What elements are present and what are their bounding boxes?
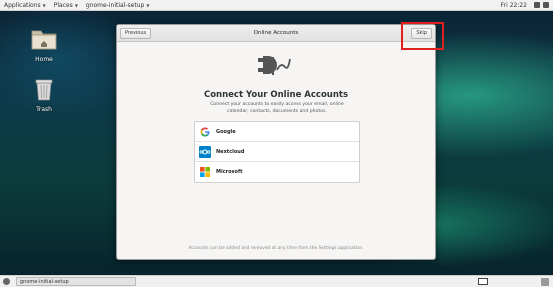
provider-list: Google Nextcloud Microsoft (194, 121, 360, 183)
nextcloud-icon (199, 145, 211, 158)
trash-icon (35, 79, 53, 101)
home-folder-icon (31, 30, 57, 50)
microsoft-icon (199, 166, 211, 178)
power-icon (543, 2, 549, 8)
google-icon (199, 126, 211, 138)
footer-note: Accounts can be added and removed at any… (188, 246, 364, 251)
top-bar: Applications ▼ Places ▼ gnome-initial-se… (0, 0, 553, 11)
app-menu-label: gnome-initial-setup (85, 1, 145, 9)
system-tray[interactable] (534, 2, 549, 8)
plug-icon (258, 56, 291, 75)
network-icon (534, 2, 540, 8)
provider-microsoft[interactable]: Microsoft (195, 162, 359, 182)
message-tray-icon[interactable] (541, 278, 549, 286)
online-accounts-dialog: Previous Online Accounts Skip Connect Yo… (116, 24, 436, 260)
highlight-box (401, 22, 444, 50)
applications-menu[interactable]: Applications ▼ (4, 2, 46, 9)
chevron-down-icon: ▼ (74, 2, 78, 8)
places-menu-label: Places (53, 1, 73, 9)
dialog-titlebar: Previous Online Accounts Skip (117, 25, 435, 42)
provider-label: Google (216, 128, 236, 135)
clock[interactable]: Fri 22:22 (501, 2, 527, 9)
applications-menu-label: Applications (4, 1, 41, 9)
trash-label: Trash (36, 106, 52, 113)
chevron-down-icon: ▼ (146, 2, 150, 8)
page-description: Connect your accounts to easily access y… (210, 102, 344, 114)
chevron-down-icon: ▼ (42, 2, 46, 8)
app-menu[interactable]: gnome-initial-setup ▼ (86, 2, 150, 9)
show-desktop-icon[interactable] (3, 278, 10, 285)
workspace-switcher[interactable] (478, 278, 488, 285)
bottom-taskbar: gnome-initial-setup (0, 275, 553, 287)
home-label: Home (35, 56, 53, 63)
page-heading: Connect Your Online Accounts (203, 90, 349, 100)
desktop-icon-home[interactable]: Home (24, 24, 64, 63)
provider-nextcloud[interactable]: Nextcloud (195, 142, 359, 162)
dialog-title: Online Accounts (253, 30, 299, 36)
provider-label: Nextcloud (216, 148, 245, 155)
taskbar-window-button[interactable]: gnome-initial-setup (16, 277, 136, 286)
provider-google[interactable]: Google (195, 122, 359, 142)
desktop-icon-trash[interactable]: Trash (24, 76, 64, 113)
places-menu[interactable]: Places ▼ (54, 2, 78, 9)
provider-label: Microsoft (216, 169, 243, 175)
